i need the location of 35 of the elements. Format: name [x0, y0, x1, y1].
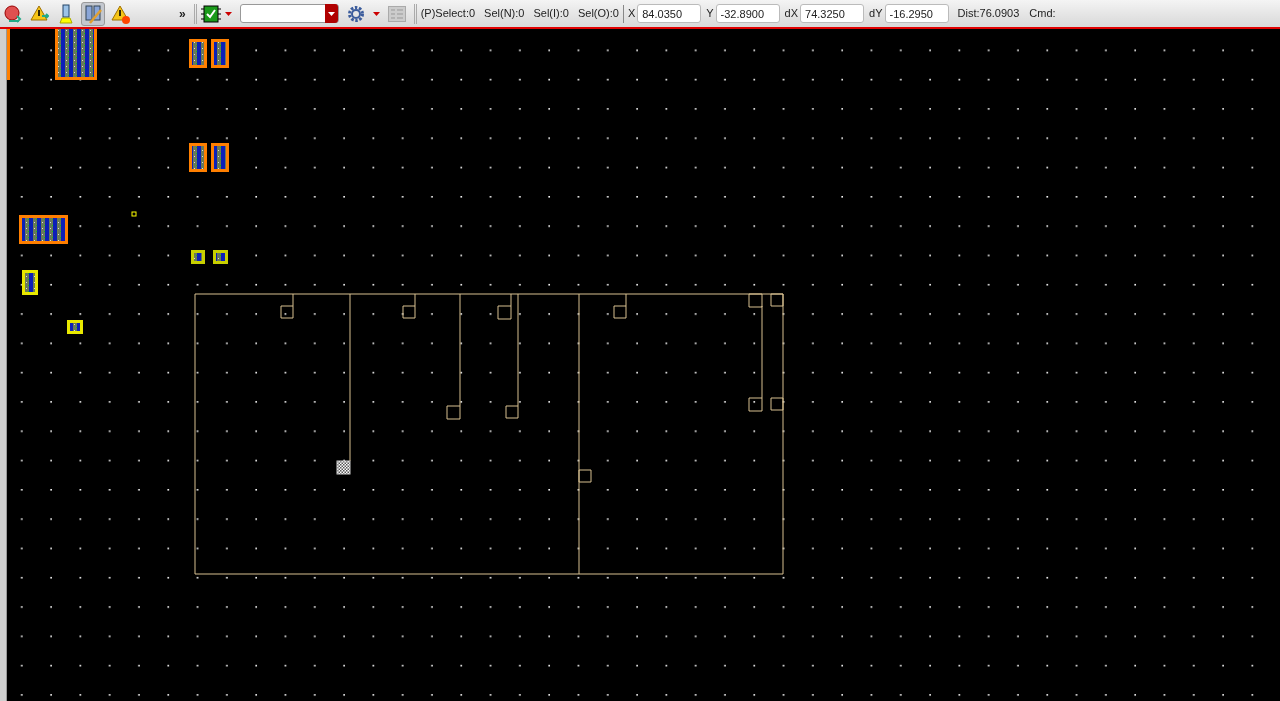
- selection-count: (P)Select:0: [420, 6, 476, 22]
- command-label: Cmd:: [1029, 6, 1056, 22]
- layout-instance[interactable]: [189, 39, 207, 68]
- coordinate-field[interactable]: 84.0350: [637, 4, 702, 23]
- coordinate-label: X: [627, 6, 636, 22]
- coordinate-label: dX: [784, 6, 799, 22]
- pin-marker: [131, 211, 137, 217]
- warning-arrow-icon: [29, 3, 49, 24]
- via-marker: [336, 460, 351, 475]
- layout-instance[interactable]: [189, 143, 207, 172]
- overflow-button[interactable]: »: [175, 4, 190, 23]
- layout-instance[interactable]: [211, 143, 229, 172]
- layer-combo[interactable]: [239, 4, 339, 23]
- caret-icon[interactable]: [372, 11, 380, 16]
- selection-count: Sel(O):0: [577, 6, 619, 22]
- caret-icon[interactable]: [327, 11, 335, 16]
- layout-instance[interactable]: [19, 215, 68, 244]
- ruler-pencil-icon: [83, 3, 103, 24]
- selection-count: Sel(N):0: [484, 6, 525, 22]
- layout-instance[interactable]: [211, 39, 229, 68]
- coordinate-label: dY: [869, 6, 883, 22]
- coordinate-label: Y: [706, 6, 714, 22]
- layout-instance[interactable]: [55, 29, 97, 80]
- coordinate-field[interactable]: 74.3250: [800, 4, 865, 23]
- layout-instance[interactable]: [213, 250, 228, 264]
- settings-icon[interactable]: [346, 4, 365, 23]
- coordinate-field[interactable]: -32.8900: [715, 4, 780, 23]
- distance-readout: Dist:76.0903: [957, 6, 1020, 22]
- warning-burst-icon: [110, 3, 130, 24]
- layout-instance[interactable]: [191, 250, 205, 264]
- checked-chip-icon[interactable]: [200, 4, 221, 23]
- coordinate-field[interactable]: -16.2950: [884, 4, 949, 23]
- tool-button[interactable]: [81, 1, 105, 26]
- selection-count: Sel(I):0: [533, 6, 569, 22]
- caret-icon[interactable]: [224, 11, 232, 16]
